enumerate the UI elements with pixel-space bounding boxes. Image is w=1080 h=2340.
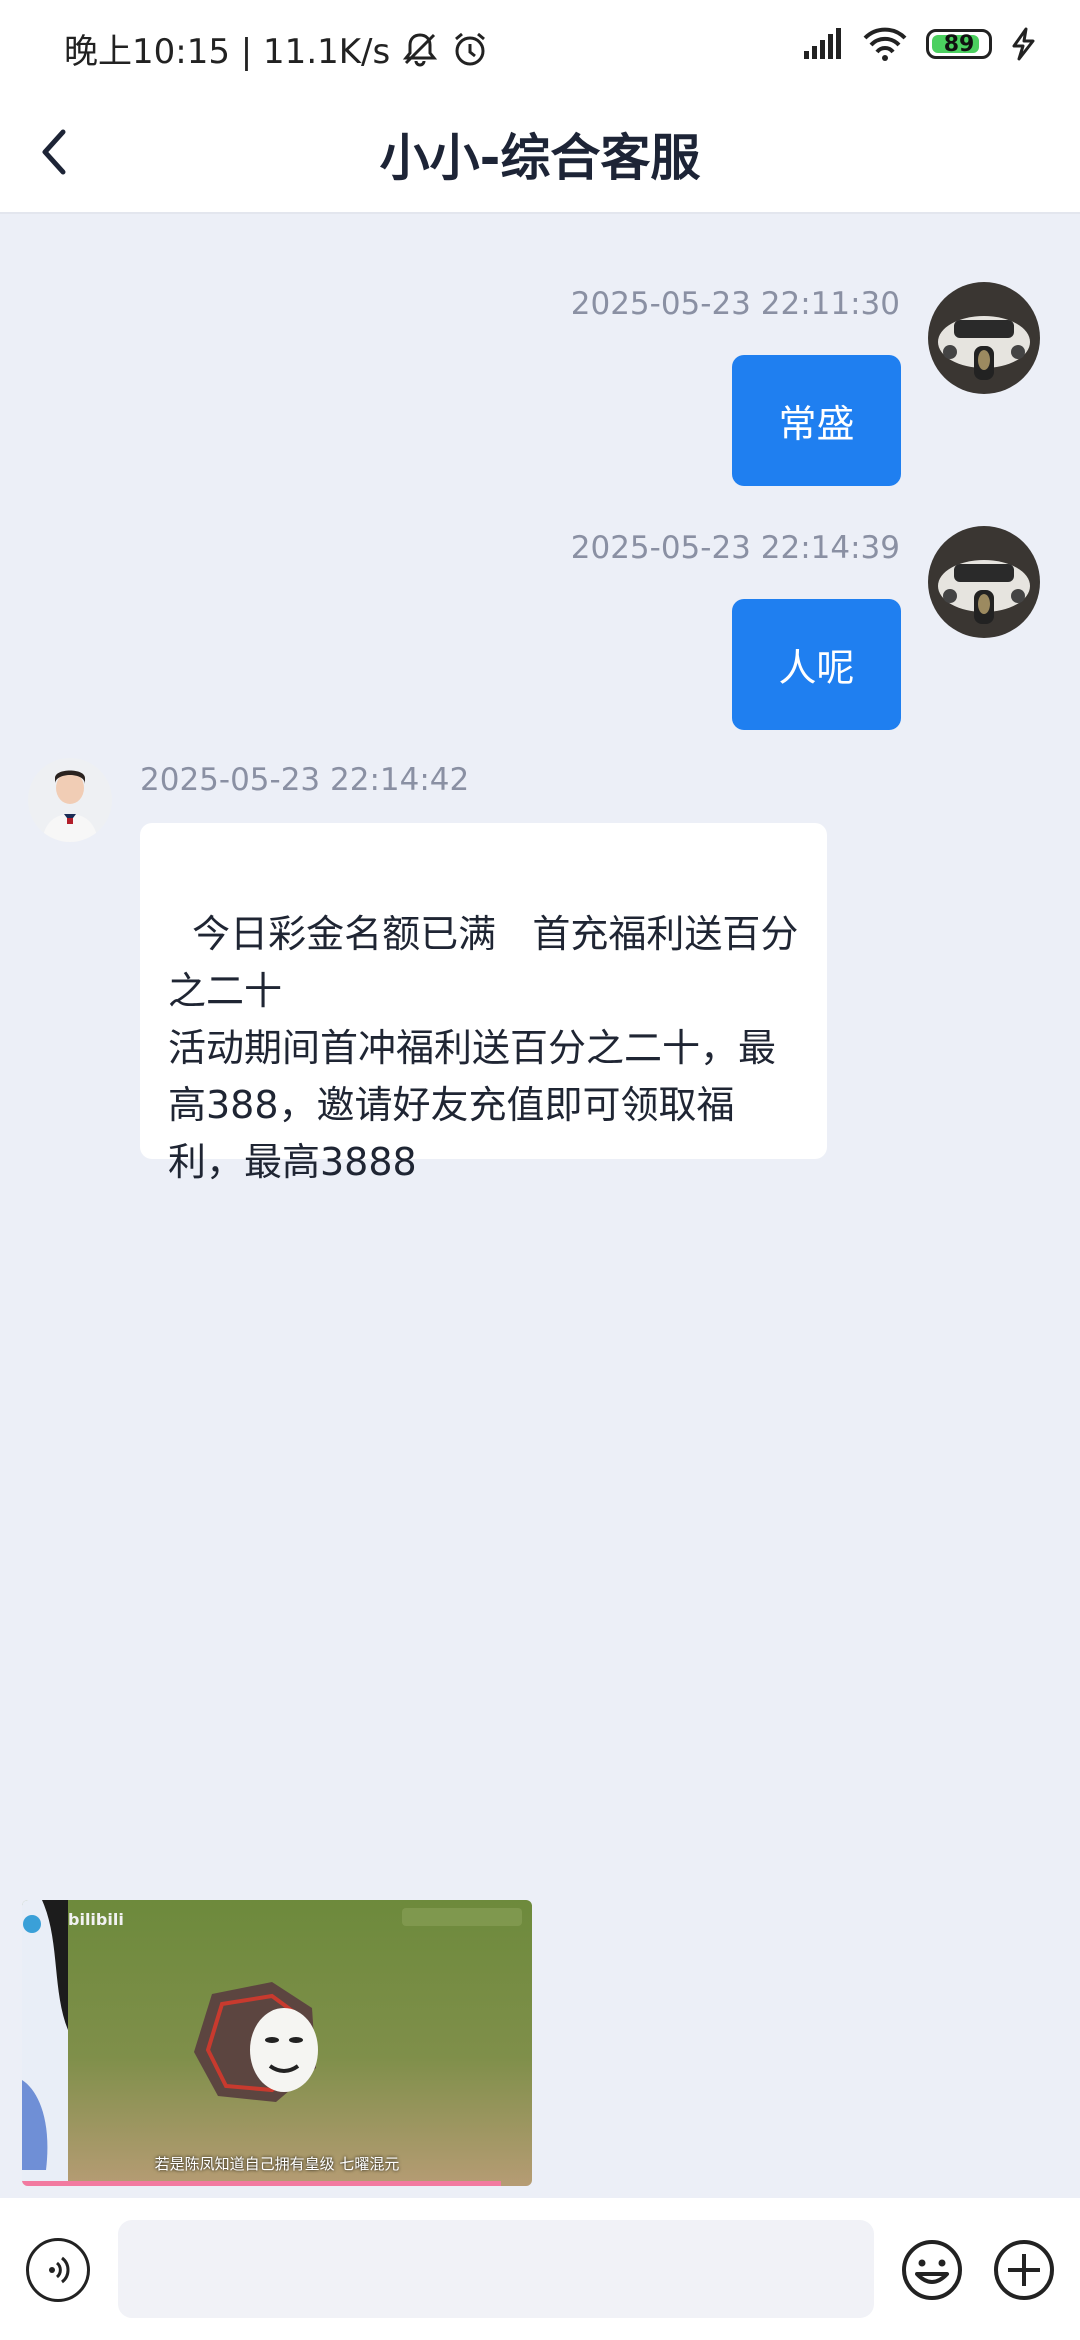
video-progress-bar [22, 2181, 502, 2186]
page-title: 小小-综合客服 [379, 129, 701, 187]
battery-indicator: 89 [926, 29, 992, 59]
message-input[interactable] [118, 2220, 874, 2318]
status-bar: 晚上10:15 | 11.1K/s 89 [0, 0, 1080, 96]
message-timestamp: 2025-05-23 22:14:39 [570, 530, 900, 566]
message-text: 今日彩金名额已满 首充福利送百分之二十 活动期间首冲福利送百分之二十，最高388… [168, 912, 799, 1184]
status-time-speed: 晚上10:15 | 11.1K/s [64, 32, 391, 72]
message-timestamp: 2025-05-23 22:11:30 [570, 286, 900, 322]
voice-input-button[interactable] [26, 2238, 90, 2302]
charging-icon [1012, 27, 1035, 61]
smiley-icon [902, 2240, 962, 2300]
bell-off-icon [403, 32, 438, 66]
agent-avatar[interactable] [28, 758, 112, 842]
more-options-button[interactable] [992, 2238, 1056, 2302]
agent-avatar-image [28, 758, 112, 842]
outgoing-message-bubble[interactable]: 人呢 [732, 599, 901, 730]
video-brand-logo: bilibili [68, 1910, 124, 1929]
voice-icon [49, 2256, 70, 2284]
plus-icon [994, 2240, 1054, 2300]
alarm-icon [455, 32, 486, 65]
message-text: 常盛 [778, 402, 855, 446]
incoming-message-bubble[interactable]: 今日彩金名额已满 首充福利送百分之二十 活动期间首冲福利送百分之二十，最高388… [140, 823, 827, 1184]
message-timestamp: 2025-05-23 22:14:42 [140, 762, 470, 798]
wifi-icon [863, 27, 907, 61]
car-avatar-image [928, 282, 1040, 394]
video-frame-image [22, 1900, 532, 2186]
status-right: 89 [802, 26, 1040, 62]
user-avatar[interactable] [928, 282, 1040, 394]
video-thumbnail[interactable]: bilibili 若是陈凤知道自己拥有皇级 七曜混元 [22, 1900, 532, 2186]
signal-icon [804, 28, 841, 59]
car-avatar-image [928, 526, 1040, 638]
outgoing-message-bubble[interactable]: 常盛 [732, 355, 901, 486]
input-bar [0, 2198, 1080, 2340]
message-text: 人呢 [778, 646, 855, 690]
chat-header: 小小-综合客服 [0, 96, 1080, 214]
emoji-button[interactable] [900, 2238, 964, 2302]
status-left: 晚上10:15 | 11.1K/s [64, 24, 490, 73]
battery-level: 89 [943, 31, 975, 57]
video-subtitle: 若是陈凤知道自己拥有皇级 七曜混元 [154, 2155, 400, 2173]
user-avatar[interactable] [928, 526, 1040, 638]
